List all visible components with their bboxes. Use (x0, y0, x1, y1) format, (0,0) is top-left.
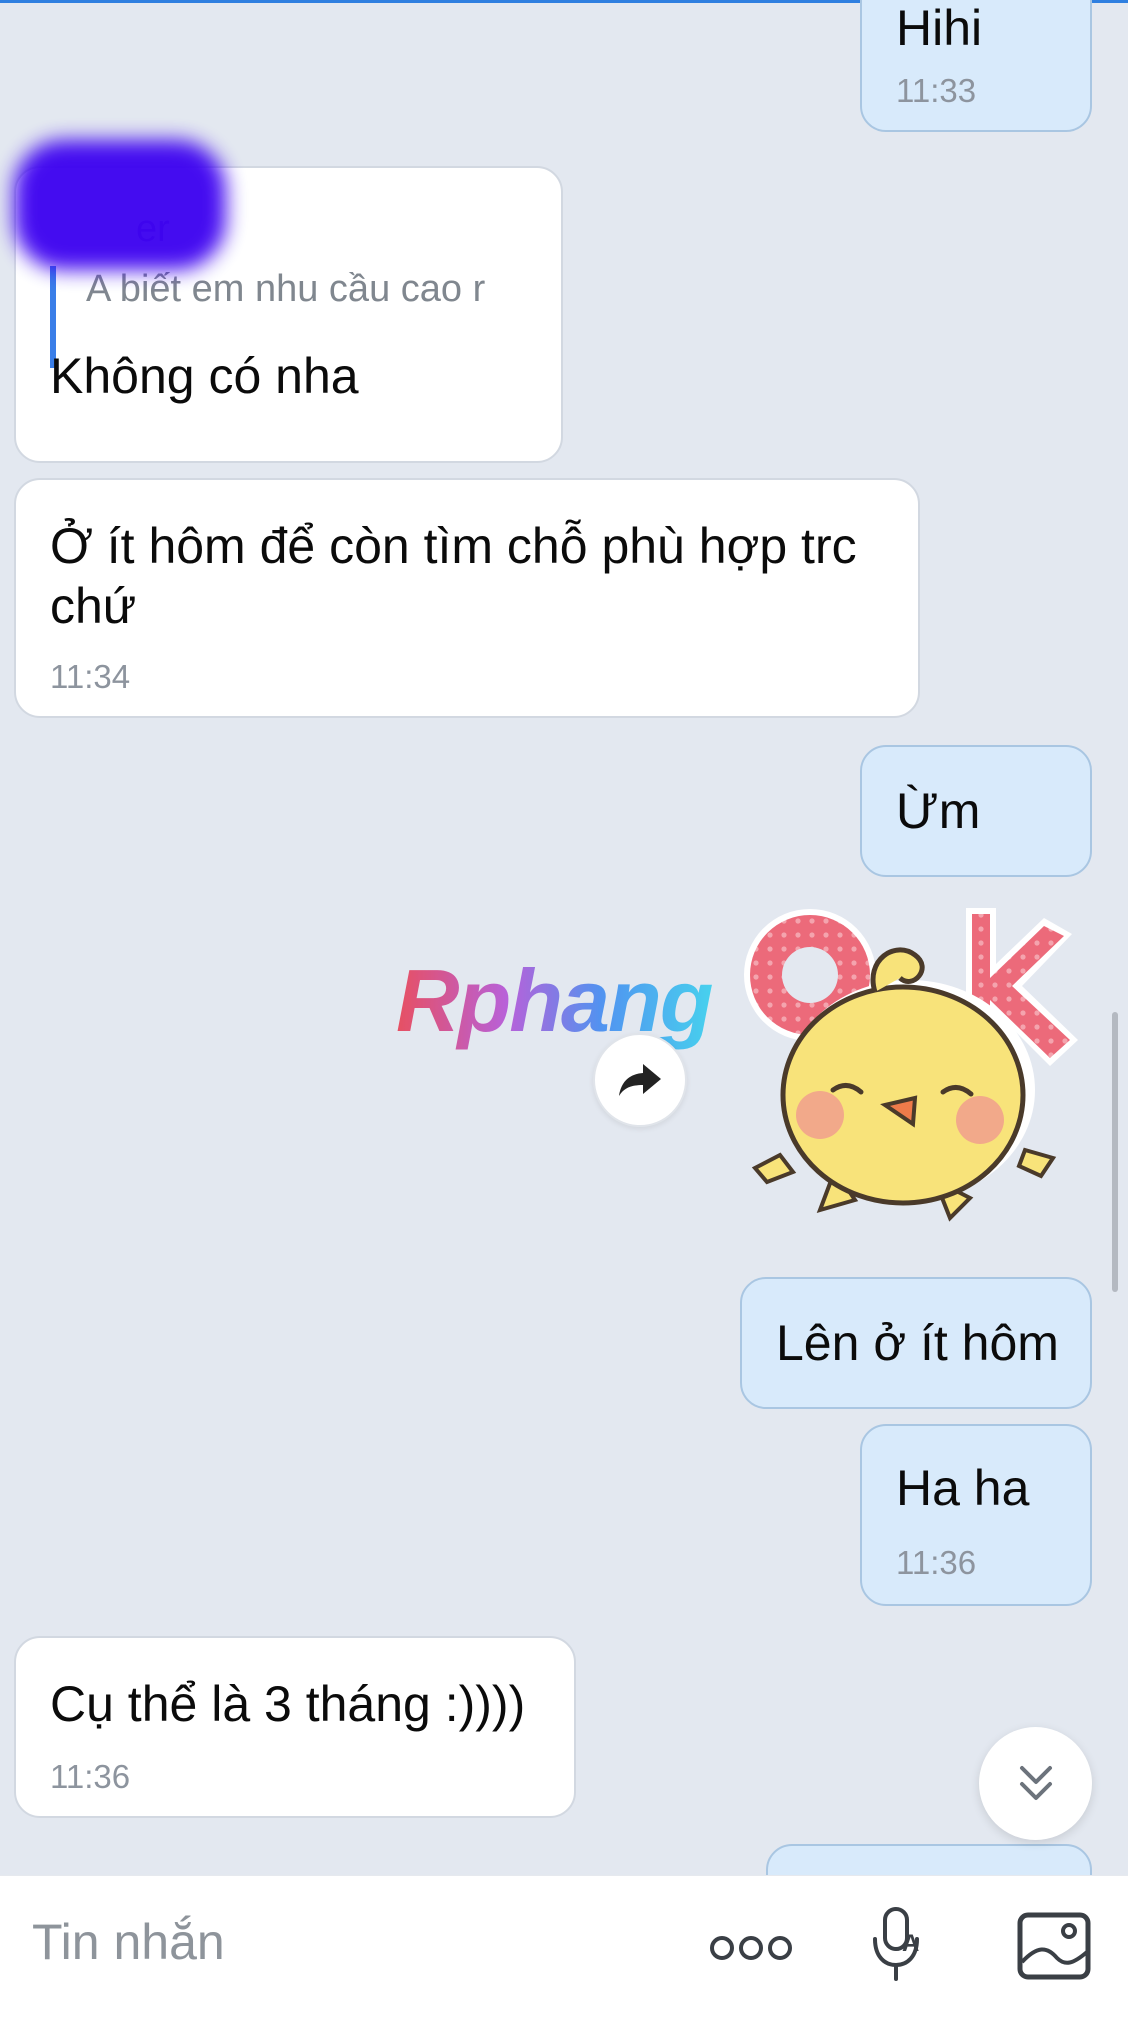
more-button[interactable] (706, 1918, 796, 1978)
message-text: Ở ít hôm để còn tìm chỗ phù hợp trc chứ (50, 518, 857, 634)
message-text: Không có nha (50, 348, 359, 404)
message-text: Hihi (896, 0, 983, 56)
microphone-icon: A (873, 1907, 919, 1981)
message-time: 11:34 (50, 658, 131, 695)
scroll-to-bottom-button[interactable] (979, 1727, 1092, 1840)
chevron-double-down-icon (1019, 1765, 1052, 1800)
message-outgoing[interactable]: Ừm (860, 745, 1092, 877)
composer-bar: A (0, 1875, 1128, 2019)
message-time: 11:36 (50, 1758, 131, 1795)
svg-text:A: A (902, 1930, 919, 1957)
redacted-name-overlay (14, 140, 226, 270)
message-outgoing-partial[interactable] (766, 1844, 1092, 1875)
message-text: Ha ha (896, 1460, 1030, 1516)
quote-text: A biết em nhu cầu cao r (86, 268, 486, 310)
message-outgoing[interactable]: Hihi 11:33 (860, 0, 1092, 132)
image-button[interactable] (1014, 1906, 1094, 1986)
message-incoming[interactable]: Cụ thể là 3 tháng :)))) 11:36 (14, 1636, 576, 1818)
message-input[interactable] (30, 1912, 634, 1972)
watermark: Rphang (396, 951, 714, 1050)
image-icon (1017, 1912, 1091, 1980)
chat-area[interactable]: Hihi 11:33 er A biết em nhu cầu cao r Kh… (0, 0, 1128, 1875)
message-outgoing[interactable]: Ha ha 11:36 (860, 1424, 1092, 1606)
message-outgoing[interactable]: Lên ở ít hôm (740, 1277, 1092, 1409)
message-time: 11:33 (896, 72, 977, 109)
message-time: 11:36 (896, 1544, 977, 1581)
message-text: Cụ thể là 3 tháng :)))) (50, 1676, 526, 1732)
scrollbar[interactable] (1112, 1012, 1118, 1292)
sticker-graphic (744, 908, 1078, 1222)
forward-button[interactable] (593, 1033, 687, 1127)
voice-button[interactable]: A (862, 1900, 932, 1990)
forward-arrow-icon (619, 1064, 661, 1096)
message-text: Lên ở ít hôm (776, 1315, 1059, 1371)
message-incoming[interactable]: Ở ít hôm để còn tìm chỗ phù hợp trc chứ … (14, 478, 920, 718)
message-text: Ừm (896, 783, 981, 839)
ok-chick-sticker[interactable] (735, 900, 1095, 1230)
more-dots-icon (710, 1936, 792, 1960)
